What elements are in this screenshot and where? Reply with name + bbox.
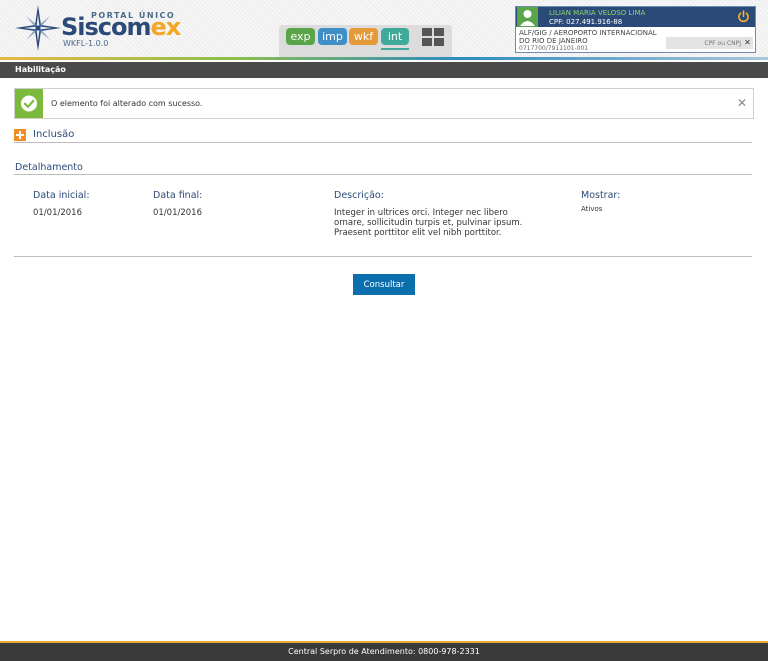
alert-icon-box: [15, 89, 43, 118]
siscomex-logo[interactable]: Siscomex: [61, 13, 182, 41]
section-title-detalhamento: Detalhamento: [15, 162, 83, 173]
divider: [14, 174, 752, 175]
consultar-button[interactable]: Consultar: [353, 274, 415, 295]
check-circle-icon: [21, 95, 37, 112]
user-avatar-icon: [517, 7, 538, 27]
divider: [14, 142, 752, 143]
alert-message: O elemento foi alterado com sucesso.: [51, 99, 203, 108]
inclusao-link[interactable]: Inclusão: [33, 129, 74, 140]
header-stripe: [0, 57, 768, 60]
active-module-indicator: [381, 48, 409, 50]
data-inicial-label: Data inicial:: [33, 190, 90, 201]
module-exp-button[interactable]: exp: [286, 28, 315, 45]
descricao-value: Integer in ultrices orci. Integer nec li…: [334, 208, 523, 238]
divider: [14, 256, 752, 257]
cpf-cnpj-search-input[interactable]: [666, 37, 753, 49]
mostrar-label: Mostrar:: [581, 190, 621, 201]
module-wkf-button[interactable]: wkf: [349, 28, 378, 45]
brand-accent: ex: [150, 13, 182, 41]
footer: Central Serpro de Atendimento: 0800-978-…: [0, 643, 768, 661]
version-label: WKFL-1.0.0: [63, 39, 109, 48]
user-cpf: CPF: 027.491.916-88: [549, 18, 623, 26]
user-name: LILIAN MARIA VELOSO LIMA: [549, 9, 646, 17]
compass-star-icon: [15, 5, 61, 51]
user-code: 0717700/7911101-001: [519, 45, 589, 52]
clear-search-icon[interactable]: ✕: [743, 37, 752, 49]
apps-grid-icon[interactable]: [422, 28, 444, 46]
power-icon[interactable]: [737, 10, 750, 23]
success-alert: O elemento foi alterado com sucesso. ✕: [14, 88, 754, 119]
mostrar-value: Ativos: [581, 205, 603, 213]
module-imp-button[interactable]: imp: [318, 28, 347, 45]
navbar: Habilitação: [0, 62, 768, 78]
module-int-button[interactable]: int: [381, 28, 409, 45]
data-inicial-value: 01/01/2016: [33, 208, 82, 218]
descricao-label: Descrição:: [334, 190, 384, 201]
plus-square-icon[interactable]: [14, 129, 26, 141]
footer-text: Central Serpro de Atendimento: 0800-978-…: [288, 647, 480, 656]
navbar-title[interactable]: Habilitação: [15, 65, 66, 74]
close-alert-icon[interactable]: ✕: [737, 96, 747, 110]
user-panel: LILIAN MARIA VELOSO LIMA CPF: 027.491.91…: [515, 6, 756, 53]
data-final-label: Data final:: [153, 190, 203, 201]
brand-main: Siscom: [61, 13, 152, 41]
data-final-value: 01/01/2016: [153, 208, 202, 218]
user-organization: ALF/GIG / AEROPORTO INTERNACIONAL DO RIO…: [519, 29, 657, 45]
